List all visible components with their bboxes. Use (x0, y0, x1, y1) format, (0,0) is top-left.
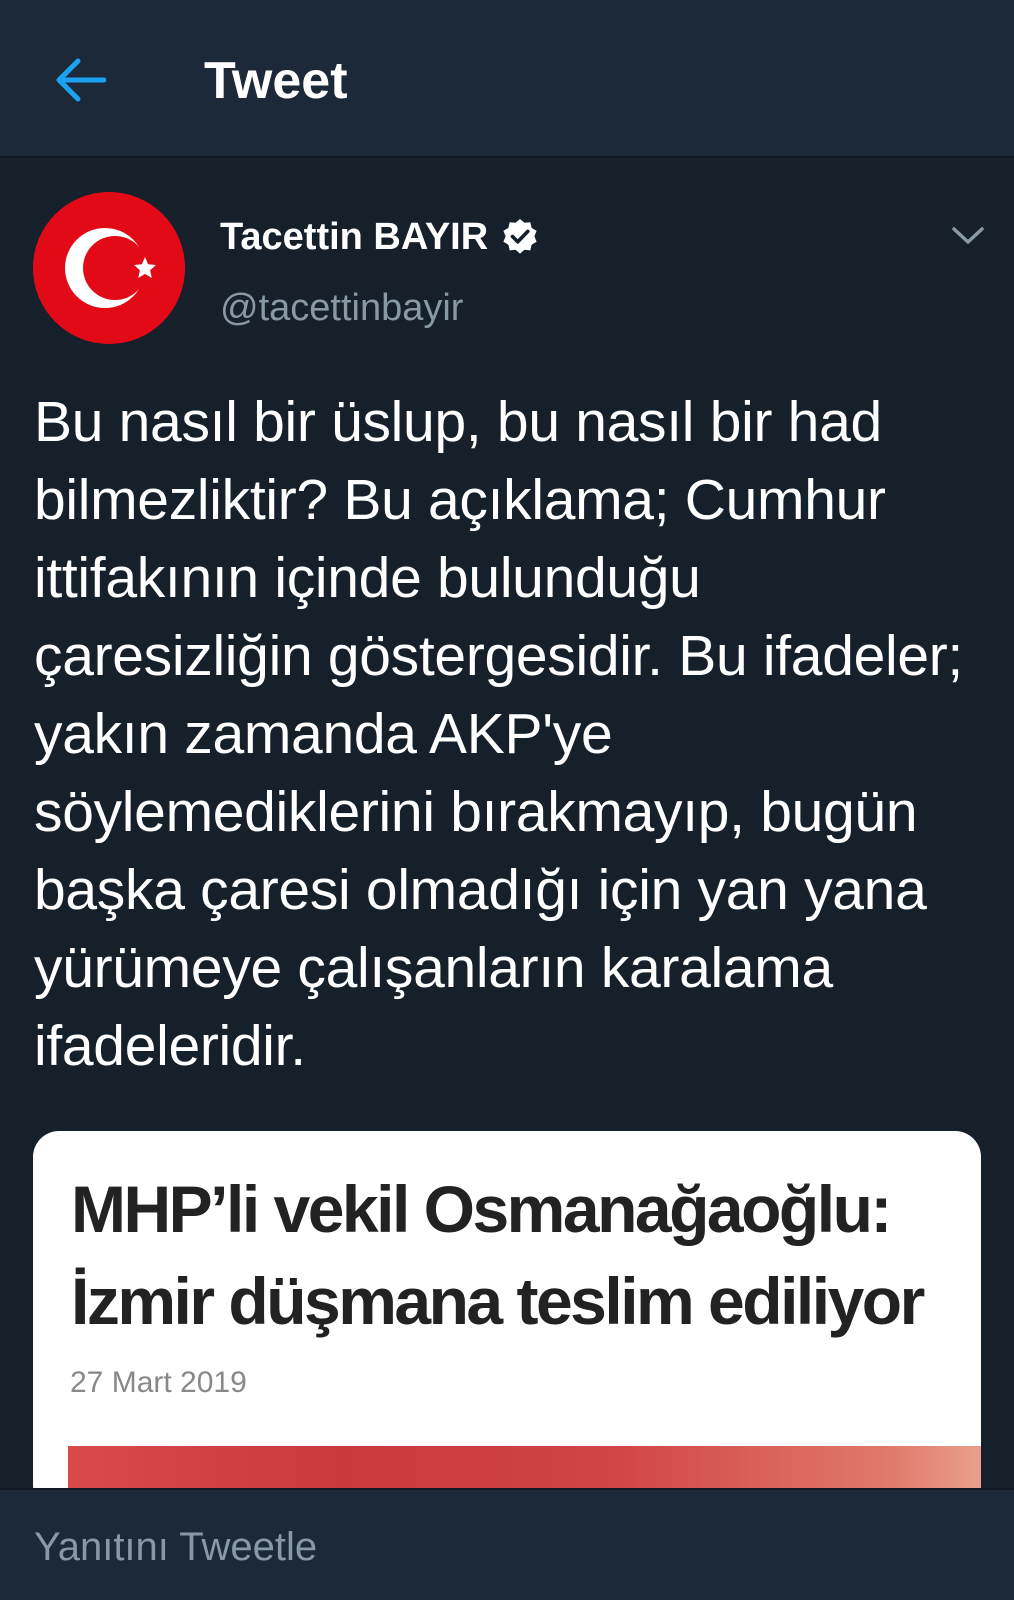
news-date: 27 Mart 2019 (70, 1366, 247, 1399)
author-name-row[interactable]: Tacettin BAYIR (220, 213, 540, 261)
back-button[interactable] (40, 44, 120, 116)
news-headline: MHP’li vekil Osmanağaoğlu: İzmir düşmana… (71, 1172, 925, 1338)
verified-badge-icon (503, 219, 537, 254)
tweet-text: Bu nasıl bir üslup, bu nasıl bir had bil… (34, 390, 979, 1078)
page-title: Tweet (204, 52, 348, 110)
reply-input[interactable]: Yanıtını Tweetle (34, 1522, 317, 1572)
author-display-name[interactable]: Tacettin BAYIR (220, 213, 488, 261)
author-handle[interactable]: @tacettinbayir (220, 284, 463, 332)
avatar[interactable] (33, 192, 185, 344)
arrow-left-icon (56, 58, 106, 102)
tweet-options-button[interactable] (946, 214, 990, 258)
reply-bar: Yanıtını Tweetle (0, 1488, 1014, 1600)
chevron-down-icon (952, 227, 984, 244)
turkish-flag-icon (33, 192, 185, 344)
top-app-bar: Tweet (0, 0, 1014, 158)
tweet-screen: Tweet Tacettin BAYIR @tacettinbayir Bu n… (0, 0, 1014, 1600)
tweet-media-card[interactable]: MHP’li vekil Osmanağaoğlu: İzmir düşmana… (33, 1131, 981, 1511)
